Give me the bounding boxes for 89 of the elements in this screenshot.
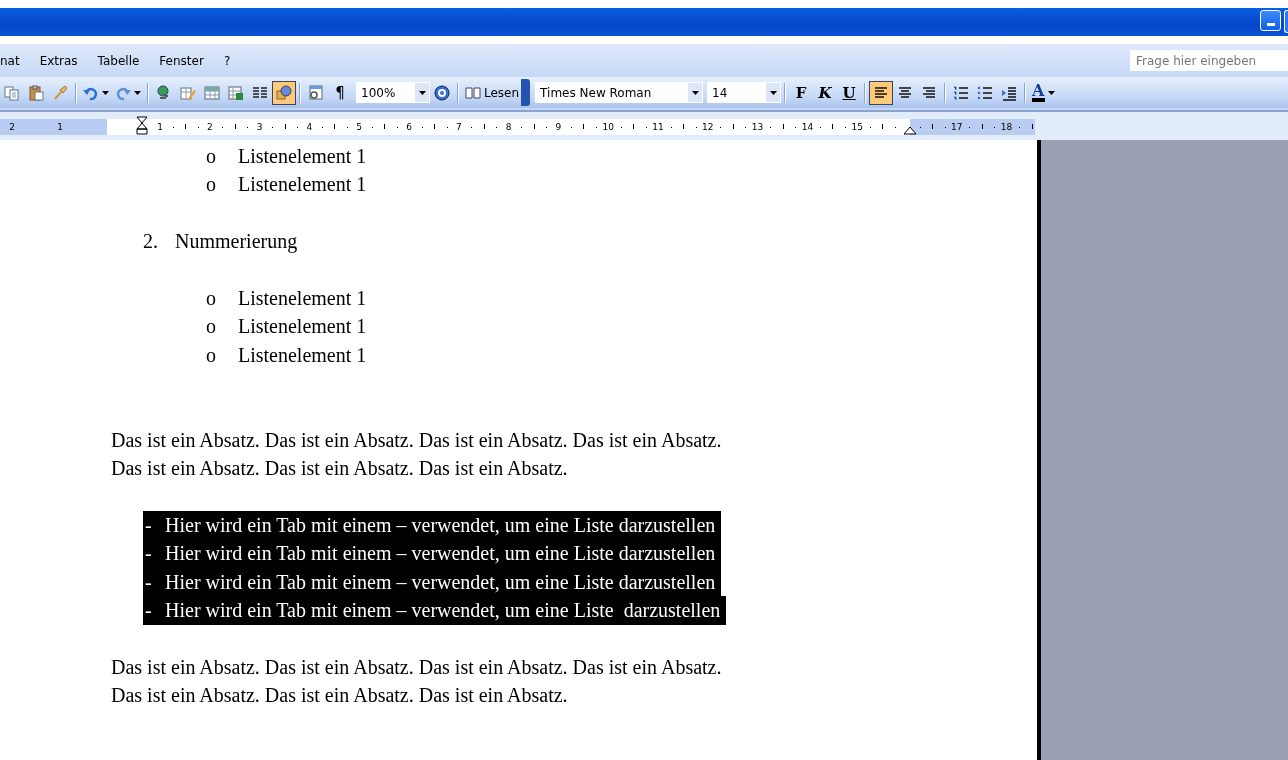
spreadsheet-icon (228, 84, 244, 101)
clipboard-icon (28, 84, 44, 101)
numbered-list-icon (953, 84, 970, 101)
italic-button[interactable]: K (813, 80, 838, 105)
bulleted-list-icon (977, 84, 994, 101)
drawing-shapes-icon (276, 84, 292, 101)
list-item-text: Listenelement 1 (238, 172, 367, 198)
list-bullet: o (206, 144, 217, 169)
caret-icon (102, 90, 109, 95)
font-color-button[interactable]: A (1029, 80, 1058, 105)
read-button[interactable]: Lesen (462, 80, 523, 105)
ruler-number: 8 (505, 121, 512, 134)
ruler-number: 15 (851, 121, 863, 134)
ruler-number: 2 (206, 121, 213, 134)
zoom-field[interactable]: 100% (356, 82, 430, 103)
list-bullet: o (206, 172, 217, 198)
ruler-number: 12 (702, 121, 714, 134)
ruler-number: 5 (356, 121, 363, 134)
ruler-number: 14 (801, 121, 814, 134)
caret-icon (134, 90, 141, 95)
font-field[interactable]: Times New Roman (535, 82, 704, 103)
ruler-number: 17 (951, 121, 963, 134)
menu-item[interactable]: Fenster (149, 53, 214, 68)
list-item-text: Listenelement 1 (238, 285, 367, 311)
list-item-text: Listenelement 1 (238, 314, 367, 340)
paragraph-text: Das ist ein Absatz. Das ist ein Absatz. Das ist ein Absatz. Das ist ein Absatz. (111, 655, 722, 681)
list-item-text: Hier wird ein Tab mit einem – verwendet, um eine Liste darzustellen (165, 598, 721, 624)
list-bullet: o (206, 314, 217, 340)
toolbar-options-button[interactable] (521, 79, 531, 106)
ruler-number: 1 (57, 121, 63, 134)
ruler-number: 4 (306, 121, 313, 134)
table-icon (204, 84, 220, 101)
right-indent-marker-icon[interactable] (903, 125, 917, 135)
paragraph-text: Das ist ein Absatz. Das ist ein Absatz. Das ist ein Absatz. (111, 683, 568, 709)
dash-marker: - (144, 598, 153, 624)
table-pencil-icon (180, 84, 196, 101)
align-button[interactable] (869, 80, 894, 105)
paragraph-text: Das ist ein Absatz. Das ist ein Absatz. Das ist ein Absatz. (111, 456, 568, 482)
dash-marker: - (144, 541, 153, 567)
ruler-number: 3 (256, 121, 263, 134)
caret-icon (418, 90, 426, 95)
align-center-icon (897, 84, 914, 101)
ruler-number: 10 (602, 121, 614, 134)
list-item-text: Listenelement 1 (238, 144, 367, 169)
list-item-text: Hier wird ein Tab mit einem – verwendet, um eine Liste darzustellen (165, 513, 716, 539)
menu-item[interactable]: Extras (29, 53, 88, 68)
minimize-button[interactable] (1260, 10, 1281, 31)
menu-item[interactable]: ? (213, 53, 241, 68)
ruler-number: 13 (751, 121, 764, 134)
align-right-icon (921, 84, 938, 101)
ruler-number: 18 (1000, 121, 1013, 134)
caret-icon (769, 90, 777, 95)
copy-icon (4, 84, 20, 101)
document-map-icon (308, 84, 324, 101)
pilcrow-button[interactable]: ¶ (328, 80, 352, 105)
caret-icon (691, 90, 699, 95)
menu-item[interactable]: Tabelle (87, 53, 150, 68)
list-number: 2. (143, 229, 159, 255)
caret-icon (1047, 90, 1055, 95)
help-icon (434, 84, 450, 101)
align-left-icon (873, 84, 890, 101)
ruler-number: 6 (406, 121, 412, 134)
columns-icon (252, 84, 268, 101)
dash-marker: - (144, 513, 153, 539)
maximize-button[interactable] (1284, 10, 1288, 33)
indent-marker-icon[interactable] (136, 116, 148, 135)
ruler-number: 2 (9, 121, 15, 134)
list-bullet: o (206, 342, 217, 368)
ruler-number: 7 (455, 121, 462, 134)
dash-marker: - (144, 569, 153, 595)
paragraph-text: Das ist ein Absatz. Das ist ein Absatz. Das ist ein Absatz. Das ist ein Absatz. (111, 427, 722, 453)
menu-item[interactable]: nat (0, 53, 30, 68)
brush-icon (52, 84, 68, 101)
toolbar-button[interactable] (272, 80, 296, 105)
list-bullet: o (206, 285, 217, 311)
question-field[interactable]: Frage hier eingeben (1130, 50, 1288, 71)
ruler-number: 11 (652, 121, 664, 134)
list-item-text: Listenelement 1 (238, 342, 367, 368)
list-item-text: Nummerierung (175, 229, 298, 255)
indent-icon (1001, 84, 1018, 101)
list-item-text: Hier wird ein Tab mit einem – verwendet, um eine Liste darzustellen (165, 541, 716, 567)
globe-link-icon (156, 84, 172, 101)
underline-button[interactable]: U (837, 80, 862, 105)
list-item-text: Hier wird ein Tab mit einem – verwendet, um eine Liste darzustellen (165, 569, 716, 595)
book-icon (465, 84, 481, 101)
ruler-number: 1 (157, 121, 163, 134)
ruler-number: 9 (555, 121, 562, 134)
bold-button[interactable]: F (789, 80, 814, 105)
font-size-field[interactable]: 14 (707, 82, 782, 103)
